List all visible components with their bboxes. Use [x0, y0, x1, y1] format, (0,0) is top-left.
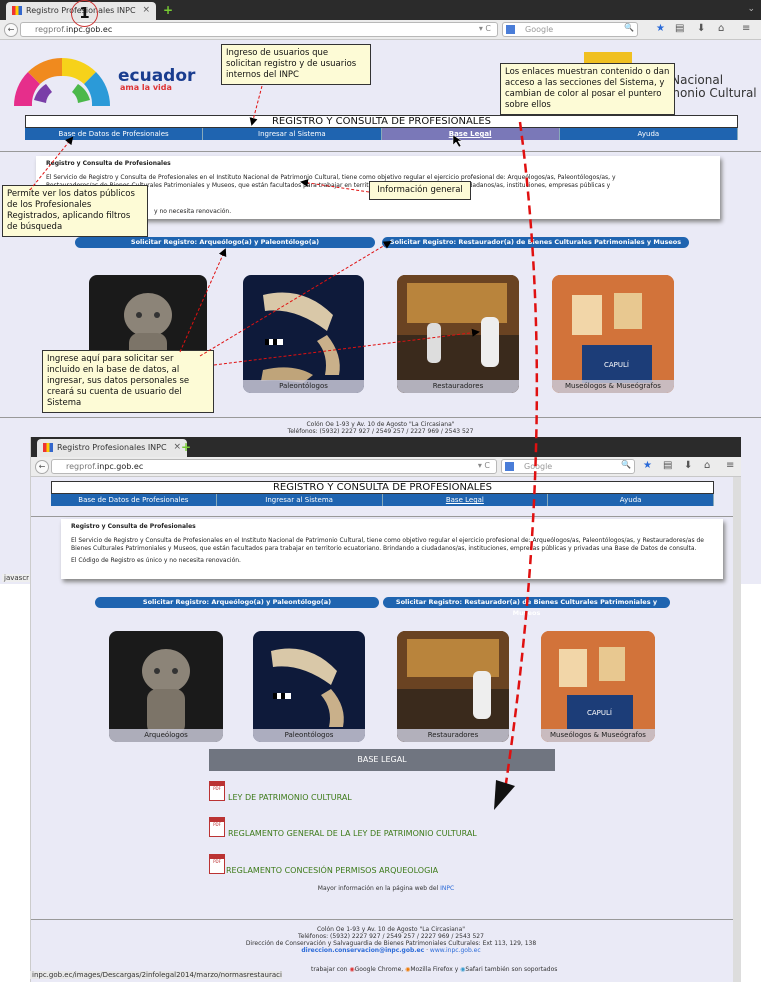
annotation-arrows — [29, 85, 539, 810]
arrow-ingrese-3 — [213, 328, 480, 366]
arrow-info — [300, 178, 370, 193]
big-arrow-head — [494, 780, 515, 810]
big-arrow-line — [503, 121, 539, 791]
arrow-ingrese-2 — [199, 240, 392, 357]
arrow-permite — [29, 136, 74, 191]
mouse-cursor-icon — [452, 134, 463, 148]
arrow-ingreso — [249, 85, 263, 126]
arrow-ingrese-1 — [179, 248, 227, 353]
